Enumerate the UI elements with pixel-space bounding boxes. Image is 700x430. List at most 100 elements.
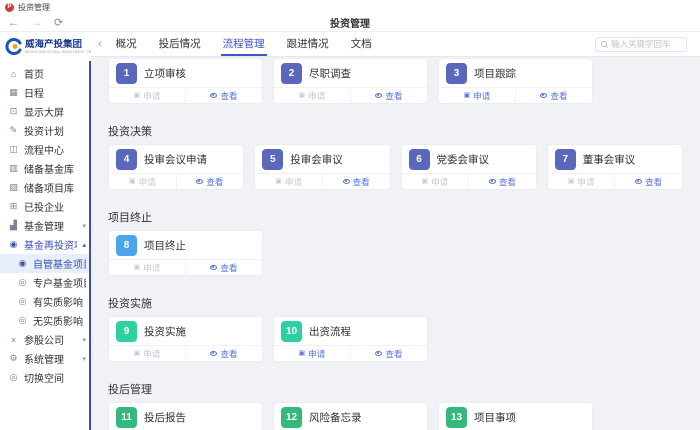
sidebar-item-3[interactable]: ✎投资计划 [0, 121, 91, 140]
chevron-down-icon: ▾ [82, 222, 86, 230]
eye-icon [540, 93, 547, 98]
apply-doc-icon: ▣ [134, 350, 141, 357]
search-placeholder: 输入关键字回车 [611, 38, 671, 50]
radio-icon: ◎ [17, 315, 28, 326]
refresh-icon[interactable]: ⟳ [54, 16, 63, 29]
apply-doc-icon: ▣ [299, 350, 306, 357]
sidebar-item-label: 切换空间 [24, 370, 86, 385]
card-header: 4 投审会议申请 [109, 145, 243, 173]
view-label: 查看 [220, 262, 237, 274]
card-header: 9投资实施 [109, 317, 262, 345]
sidebar-item-label: 参股公司 [24, 332, 77, 347]
view-button[interactable]: 查看 [185, 260, 262, 275]
view-label: 查看 [206, 176, 223, 188]
tab-0[interactable]: 概况 [114, 32, 139, 56]
sidebar-item-label: 投资计划 [24, 123, 86, 138]
card-title: 立项审核 [144, 66, 186, 81]
apply-button: ▣申请 [548, 174, 615, 189]
apply-doc-icon: ▣ [568, 178, 575, 185]
card-row: 1立项审核▣申请查看2尽职调查▣申请查看3项目跟踪▣申请查看 [108, 58, 683, 104]
sidebar-item-8[interactable]: ▟基金管理▾ [0, 216, 91, 235]
view-button[interactable]: 查看 [614, 174, 682, 189]
view-button[interactable]: 查看 [350, 88, 427, 103]
process-card-5: 5投审会审议▣申请查看 [254, 144, 390, 190]
tab-4[interactable]: 文档 [349, 32, 374, 56]
view-label: 查看 [385, 348, 402, 360]
window-titlebar: P 投资管理 [0, 0, 700, 14]
tab-1[interactable]: 投后情况 [157, 32, 203, 56]
process-card-4: 4 投审会议申请 ▣申请 查看 [108, 144, 244, 190]
card-footer: ▣申请 查看 [109, 173, 243, 189]
view-button[interactable]: 查看 [350, 346, 427, 361]
view-button[interactable]: 查看 [468, 174, 536, 189]
view-label: 查看 [499, 176, 516, 188]
card-footer: ▣申请 查看 [402, 173, 536, 189]
forward-arrow-icon[interactable]: → [31, 17, 42, 29]
sidebar-item-16[interactable]: ◎切换空间 [0, 368, 91, 387]
eye-icon [635, 179, 642, 184]
card-header: 3项目跟踪 [439, 59, 592, 87]
sidebar-item-1[interactable]: ▦日程 [0, 83, 91, 102]
card-row: 8 项目终止 ▣申请 查看 [108, 230, 683, 276]
apply-button[interactable]: ▣申请 [439, 88, 515, 103]
view-button[interactable]: 查看 [515, 88, 592, 103]
sidebar-item-13[interactable]: ◎无实质影响 [0, 311, 91, 330]
apply-doc-icon: ▣ [134, 264, 141, 271]
gear-icon: ⚙ [8, 353, 19, 364]
collapse-chevron-icon[interactable]: ‹ [98, 38, 102, 50]
card-header: 7董事会审议 [548, 145, 682, 173]
view-button[interactable]: 查看 [322, 174, 390, 189]
process-card-12: 12风险备忘录▣申请查看 [273, 402, 428, 430]
sidebar-item-11[interactable]: ◎专户基金项目 [0, 273, 91, 292]
sidebar-item-10[interactable]: ◉自管基金项目 [0, 254, 91, 273]
view-button[interactable]: 查看 [185, 346, 262, 361]
sidebar-item-15[interactable]: ⚙系统管理▾ [0, 349, 91, 368]
view-button[interactable]: 查看 [176, 174, 244, 189]
step-number-badge: 2 [281, 63, 302, 84]
apply-button[interactable]: ▣申请 [274, 346, 350, 361]
card-header: 6党委会审议 [402, 145, 536, 173]
card-footer: ▣申请 查看 [274, 345, 427, 361]
sidebar-item-12[interactable]: ◎有实质影响（非专户 [0, 292, 91, 311]
sidebar-item-4[interactable]: ◫流程中心 [0, 140, 91, 159]
step-number-badge: 4 [116, 149, 137, 170]
card-title: 投资实施 [144, 324, 186, 339]
sidebar-item-0[interactable]: ⌂首页 [0, 64, 91, 83]
tab-2[interactable]: 流程管理 [221, 32, 267, 56]
card-title: 投审会议申请 [144, 152, 207, 167]
sidebar-item-14[interactable]: ×参股公司▾ [0, 330, 91, 349]
eye-icon [489, 179, 496, 184]
apply-button: ▣申请 [402, 174, 469, 189]
card-header: 5投审会审议 [255, 145, 389, 173]
tabs: 概况投后情况流程管理跟进情况文档 [105, 32, 383, 56]
sidebar-item-label: 有实质影响（非专户 [33, 294, 86, 309]
card-title: 项目终止 [144, 238, 186, 253]
card-header: 8 项目终止 [109, 231, 262, 259]
search-input[interactable]: 输入关键字回车 [595, 37, 687, 52]
project-library-icon: ▧ [8, 182, 19, 193]
back-arrow-icon[interactable]: ← [8, 17, 19, 29]
card-footer: ▣申请查看 [274, 87, 427, 103]
process-card-3: 3项目跟踪▣申请查看 [438, 58, 593, 104]
process-card-1: 1立项审核▣申请查看 [108, 58, 263, 104]
apply-label: 申请 [308, 90, 325, 102]
tab-3[interactable]: 跟进情况 [285, 32, 331, 56]
view-label: 查看 [645, 176, 662, 188]
apply-label: 申请 [143, 262, 160, 274]
step-number-badge: 12 [281, 407, 302, 428]
process-card-13: 13项目事项▣申请查看 [438, 402, 593, 430]
sidebar-item-2[interactable]: ⊡显示大屏 [0, 102, 91, 121]
card-title: 出资流程 [309, 324, 351, 339]
sidebar-item-6[interactable]: ▧储备项目库 [0, 178, 91, 197]
apply-button: ▣申请 [255, 174, 322, 189]
card-header: 13项目事项 [439, 403, 592, 430]
window-tab-title: 投资管理 [18, 2, 50, 13]
step-number-badge: 8 [116, 235, 137, 256]
sidebar-item-7[interactable]: ⊞已投企业 [0, 197, 91, 216]
view-button[interactable]: 查看 [185, 88, 262, 103]
section-title: 项目终止 [108, 211, 683, 225]
sidebar-item-5[interactable]: ▥储备基金库 [0, 159, 91, 178]
sidebar-item-9[interactable]: ◉基金再投资项目▴ [0, 235, 91, 254]
apply-button: ▣申请 [109, 174, 176, 189]
apply-label: 申请 [308, 348, 325, 360]
